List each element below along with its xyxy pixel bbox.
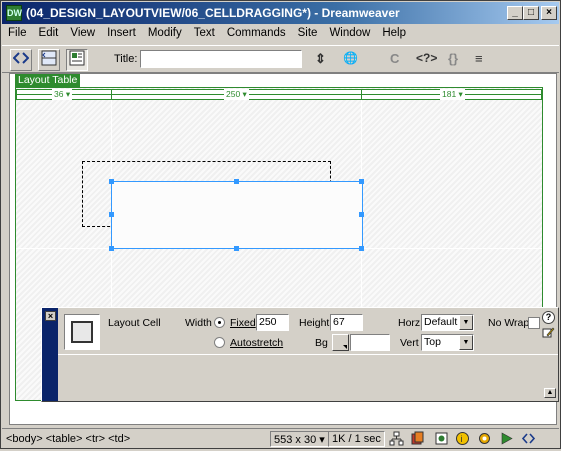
resize-handle[interactable] <box>359 212 364 217</box>
dreamweaver-app-icon[interactable]: DW <box>6 5 22 21</box>
vert-label: Vert <box>400 337 419 349</box>
tag-selector[interactable]: <body> <table> <tr> <td> <box>6 433 130 445</box>
property-inspector: × Layout Cell Width Fixed 250 Autostretc… <box>41 307 559 402</box>
code-view-button[interactable] <box>10 49 32 71</box>
page-title-input[interactable] <box>140 50 302 68</box>
resize-handle[interactable] <box>109 246 114 251</box>
menu-view[interactable]: View <box>64 24 101 39</box>
menu-edit[interactable]: Edit <box>33 24 65 39</box>
window-title: (04_DESIGN_LAYOUTVIEW/06_CELLDRAGGING*) … <box>26 6 400 20</box>
play-icon[interactable] <box>499 431 514 446</box>
nowrap-checkbox[interactable] <box>528 317 540 329</box>
bg-color-input[interactable] <box>350 334 390 351</box>
menu-bar: File Edit View Insert Modify Text Commands Site… <box>2 24 559 43</box>
close-button[interactable]: × <box>541 6 557 20</box>
code-view-icon <box>12 52 30 64</box>
inspector-close-button[interactable]: × <box>45 311 56 321</box>
column-width-menu-1[interactable]: 36 ▾ <box>52 89 73 100</box>
column-width-menu-3[interactable]: 181 ▾ <box>440 89 465 100</box>
chevron-down-icon: ▼ <box>459 315 473 330</box>
split-view-button[interactable] <box>38 49 60 71</box>
title-bar[interactable]: DW (04_DESIGN_LAYOUTVIEW/06_CELLDRAGGING… <box>2 2 559 24</box>
help-icon[interactable]: ? <box>542 311 555 324</box>
menu-site[interactable]: Site <box>292 24 324 39</box>
height-input[interactable]: 67 <box>330 314 363 331</box>
vert-align-value: Top <box>424 336 441 348</box>
edit-tag-icon[interactable] <box>542 326 555 339</box>
inspector-grip[interactable] <box>42 308 58 401</box>
preview-browser-icon[interactable]: 🌐 <box>343 51 358 65</box>
fixed-label: Fixed <box>230 317 256 329</box>
fixed-radio[interactable] <box>214 317 225 328</box>
site-map-icon[interactable] <box>389 431 404 446</box>
autostretch-label: Autostretch <box>230 337 284 349</box>
horz-align-value: Default <box>424 316 458 328</box>
layout-table-tab[interactable]: Layout Table <box>15 74 81 87</box>
menu-insert[interactable]: Insert <box>101 24 142 39</box>
selected-layout-cell[interactable] <box>109 179 364 251</box>
window-size-menu[interactable]: 553 x 30 ▾ <box>270 431 329 447</box>
expand-inspector-icon[interactable]: ▲ <box>544 388 556 398</box>
chevron-down-icon: ▼ <box>459 335 473 350</box>
resize-handle[interactable] <box>359 246 364 251</box>
resize-handle[interactable] <box>234 179 239 184</box>
refresh-icon[interactable]: C <box>390 51 399 66</box>
layout-cell-label: Layout Cell <box>108 317 161 329</box>
resize-handle[interactable] <box>109 212 114 217</box>
vert-align-select[interactable]: Top ▼ <box>421 334 474 351</box>
bg-label: Bg <box>315 337 328 349</box>
code-navigation-icon[interactable]: {} <box>448 51 458 66</box>
split-view-icon <box>41 50 57 66</box>
resize-handle[interactable] <box>359 179 364 184</box>
app-window: DW (04_DESIGN_LAYOUTVIEW/06_CELLDRAGGING… <box>0 0 561 449</box>
reference-icon[interactable]: <?> <box>416 51 437 65</box>
horz-align-select[interactable]: Default ▼ <box>421 314 474 331</box>
resize-handle[interactable] <box>234 246 239 251</box>
horz-label: Horz <box>398 317 421 329</box>
html-styles-icon[interactable] <box>434 431 449 446</box>
view-options-icon[interactable]: ≡ <box>475 51 483 66</box>
menu-file[interactable]: File <box>2 24 33 39</box>
column-tick <box>111 90 112 100</box>
document-toolbar: Title: ⇕ 🌐 C <?> {} ≡ <box>2 45 559 73</box>
svg-text:i: i <box>461 434 463 444</box>
height-label: Height <box>299 317 330 329</box>
menu-text[interactable]: Text <box>188 24 221 39</box>
file-management-icon[interactable]: ⇕ <box>315 51 326 67</box>
design-view-icon <box>69 50 85 66</box>
resize-handle[interactable] <box>109 179 114 184</box>
layout-cell-icon <box>64 314 100 350</box>
download-time: 1K / 1 sec <box>328 431 385 447</box>
assets-icon[interactable] <box>410 431 425 446</box>
status-bar: <body> <table> <tr> <td> 553 x 30 ▾ 1K /… <box>2 428 559 448</box>
title-label: Title: <box>114 53 138 65</box>
autostretch-radio[interactable] <box>214 337 225 348</box>
column-tick <box>541 90 542 100</box>
server-behaviors-icon[interactable] <box>477 431 492 446</box>
maximize-button[interactable]: □ <box>523 6 539 20</box>
column-width-menu-2[interactable]: 250 ▾ <box>224 89 249 100</box>
width-label: Width <box>185 317 212 329</box>
inspector-separator <box>58 354 558 355</box>
nowrap-label: No Wrap <box>488 317 530 329</box>
column-tick <box>16 90 17 100</box>
menu-window[interactable]: Window <box>323 24 376 39</box>
bg-color-swatch[interactable] <box>332 334 349 351</box>
design-view-button[interactable] <box>66 49 88 71</box>
column-header-bar: 36 ▾ 250 ▾ 181 ▾ <box>16 89 542 100</box>
fixed-width-input[interactable]: 250 <box>256 314 289 331</box>
column-tick <box>361 90 362 100</box>
code-inspector-icon[interactable] <box>521 431 536 446</box>
menu-modify[interactable]: Modify <box>142 24 188 39</box>
menu-help[interactable]: Help <box>376 24 412 39</box>
minimize-button[interactable]: _ <box>507 6 523 20</box>
behaviors-icon[interactable]: i <box>455 431 470 446</box>
menu-commands[interactable]: Commands <box>221 24 292 39</box>
